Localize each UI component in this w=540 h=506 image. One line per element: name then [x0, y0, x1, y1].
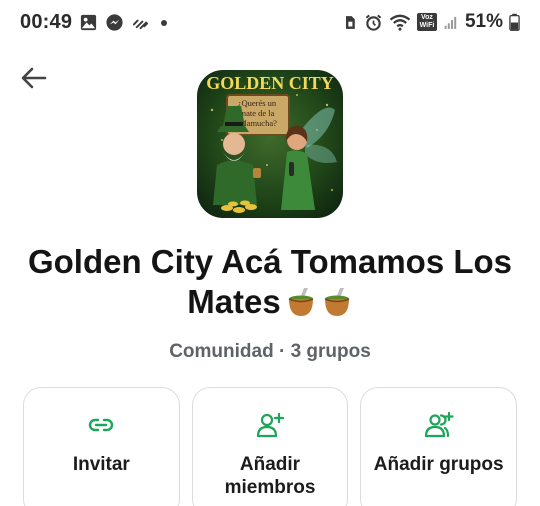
- clock: 00:49: [20, 11, 73, 33]
- no-sim-icon: [345, 15, 355, 29]
- mate-icon: [324, 288, 350, 316]
- notification-dot: [161, 19, 168, 26]
- invite-label: Invitar: [72, 454, 130, 475]
- alarm-icon: [365, 14, 382, 31]
- add-members-button[interactable]: Añadir miembros: [191, 387, 349, 506]
- battery-icon: [509, 13, 520, 31]
- signal-icon: [444, 16, 457, 29]
- mate-icon: [288, 288, 314, 316]
- add-group-icon: [424, 411, 454, 438]
- invite-button[interactable]: Invitar: [23, 387, 180, 506]
- image-caption: GOLDEN CITY: [206, 73, 334, 93]
- data-saver-icon: [133, 19, 149, 30]
- add-groups-button[interactable]: Añadir grupos: [360, 387, 518, 506]
- back-arrow-icon[interactable]: [18, 62, 50, 94]
- community-avatar[interactable]: GOLDEN CITY ¿Querés un mate de la Mamuch…: [197, 70, 343, 218]
- messenger-icon: [106, 14, 123, 31]
- community-subtitle: Comunidad · 3 grupos: [169, 341, 371, 362]
- wifi-icon: [389, 14, 411, 31]
- battery-percent: 51%: [464, 11, 503, 32]
- community-artwork: GOLDEN CITY ¿Querés un mate de la Mamuch…: [197, 70, 343, 218]
- status-bar: 00:49 Voz WiFi 51%: [0, 0, 540, 46]
- status-left: 00:49: [20, 11, 168, 34]
- community-title-text: Golden City Acá Tomamos Los Mates: [27, 243, 513, 320]
- add-members-label: Añadir miembros: [224, 454, 316, 498]
- volte-wifi-badge: Voz WiFi: [416, 13, 437, 31]
- actions-row: Invitar Añadir miembros Añadir grupos: [23, 387, 518, 506]
- community-title: Golden City Acá Tomamos Los Mates: [20, 242, 520, 322]
- status-right: Voz WiFi 51%: [342, 11, 520, 33]
- add-person-icon: [256, 412, 285, 438]
- link-icon: [89, 418, 114, 432]
- add-groups-label: Añadir grupos: [373, 454, 504, 475]
- gallery-icon: [81, 14, 97, 31]
